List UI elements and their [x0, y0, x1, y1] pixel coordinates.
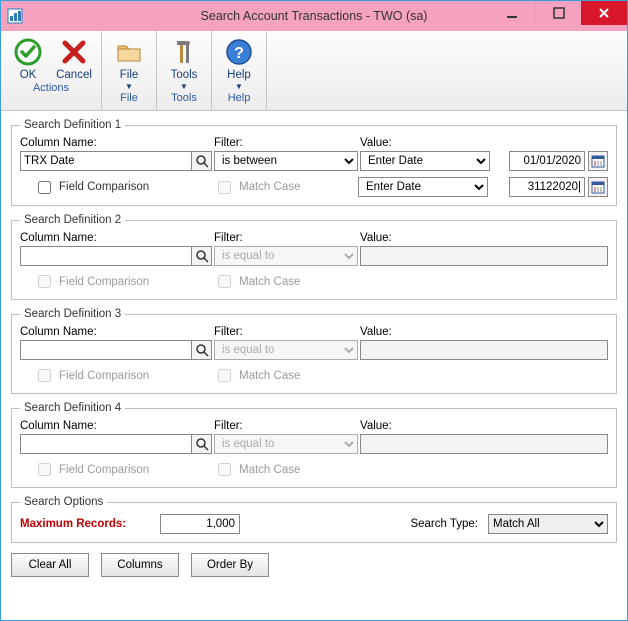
- titlebar: Search Account Transactions - TWO (sa): [1, 1, 627, 31]
- filter-select: is equal to: [214, 246, 358, 266]
- field-comparison-checkbox: Field Comparison: [34, 460, 212, 479]
- column-name-label: Column Name:: [20, 232, 212, 244]
- field-comparison-checkbox: Field Comparison: [34, 272, 212, 291]
- ribbon-group-actions: Actions: [33, 81, 69, 97]
- app-icon: [7, 8, 23, 24]
- client-area: Search Definition 1 Column Name: Filter:…: [1, 111, 627, 587]
- calendar-button[interactable]: [588, 177, 608, 197]
- ok-button[interactable]: OK: [5, 33, 51, 81]
- filter-select: is equal to: [214, 340, 358, 360]
- chevron-down-icon: ▼: [180, 82, 188, 91]
- value-input: [360, 434, 608, 454]
- help-icon: ?: [223, 36, 255, 68]
- value-label: Value:: [360, 420, 608, 432]
- ribbon: OK Cancel Actions File ▼: [1, 31, 627, 111]
- value-label: Value:: [360, 137, 608, 149]
- ribbon-group-file: File: [120, 91, 138, 107]
- search-options: Search Options Maximum Records: Search T…: [11, 496, 617, 543]
- calendar-button[interactable]: [588, 151, 608, 171]
- svg-text:?: ?: [234, 45, 244, 62]
- cancel-button[interactable]: Cancel: [51, 33, 97, 81]
- column-name-input[interactable]: [20, 151, 192, 171]
- match-case-checkbox: Match Case: [214, 366, 356, 385]
- ribbon-group-help: Help: [228, 91, 251, 107]
- lookup-button[interactable]: [192, 151, 212, 171]
- search-type-label: Search Type:: [410, 518, 478, 530]
- window: Search Account Transactions - TWO (sa) O…: [0, 0, 628, 621]
- fieldset-legend: Search Definition 3: [20, 308, 125, 320]
- search-definition-1: Search Definition 1 Column Name: Filter:…: [11, 119, 617, 206]
- match-case-checkbox: Match Case: [214, 178, 356, 197]
- max-records-input[interactable]: [160, 514, 240, 534]
- chevron-down-icon: ▼: [235, 82, 243, 91]
- filter-label: Filter:: [214, 232, 358, 244]
- fieldset-legend: Search Options: [20, 496, 107, 508]
- lookup-button[interactable]: [192, 340, 212, 360]
- tools-icon: [168, 36, 200, 68]
- window-close-button[interactable]: [581, 1, 627, 25]
- order-by-button[interactable]: Order By: [191, 553, 269, 577]
- columns-button[interactable]: Columns: [101, 553, 179, 577]
- column-name-label: Column Name:: [20, 137, 212, 149]
- match-case-checkbox: Match Case: [214, 460, 356, 479]
- help-menu-button[interactable]: ? Help ▼: [216, 33, 262, 91]
- column-name-input[interactable]: [20, 340, 192, 360]
- filter-select[interactable]: is between: [214, 151, 358, 171]
- window-minimize-button[interactable]: [489, 1, 535, 25]
- field-comparison-checkbox: Field Comparison: [34, 366, 212, 385]
- match-case-checkbox: Match Case: [214, 272, 356, 291]
- window-maximize-button[interactable]: [535, 1, 581, 25]
- value-label: Value:: [360, 232, 608, 244]
- lookup-button[interactable]: [192, 246, 212, 266]
- date-from-input[interactable]: [509, 151, 585, 171]
- max-records-label: Maximum Records:: [20, 518, 160, 530]
- filter-label: Filter:: [214, 137, 358, 149]
- value-label: Value:: [360, 326, 608, 338]
- lookup-button[interactable]: [192, 434, 212, 454]
- search-definition-4: Search Definition 4 Column Name: Filter:…: [11, 402, 617, 488]
- search-type-select[interactable]: Match All: [488, 514, 608, 534]
- folder-icon: [113, 36, 145, 68]
- column-name-input[interactable]: [20, 434, 192, 454]
- search-definition-2: Search Definition 2 Column Name: Filter:…: [11, 214, 617, 300]
- column-name-label: Column Name:: [20, 326, 212, 338]
- column-name-input[interactable]: [20, 246, 192, 266]
- ribbon-group-tools: Tools: [171, 91, 197, 107]
- tools-menu-button[interactable]: Tools ▼: [161, 33, 207, 91]
- search-definition-3: Search Definition 3 Column Name: Filter:…: [11, 308, 617, 394]
- value-input: [360, 340, 608, 360]
- filter-label: Filter:: [214, 326, 358, 338]
- fieldset-legend: Search Definition 4: [20, 402, 125, 414]
- date-to-input[interactable]: [509, 177, 585, 197]
- cancel-icon: [58, 36, 90, 68]
- column-name-label: Column Name:: [20, 420, 212, 432]
- field-comparison-checkbox[interactable]: Field Comparison: [34, 178, 212, 197]
- file-menu-button[interactable]: File ▼: [106, 33, 152, 91]
- clear-all-button[interactable]: Clear All: [11, 553, 89, 577]
- fieldset-legend: Search Definition 2: [20, 214, 125, 226]
- ok-icon: [12, 36, 44, 68]
- fieldset-legend: Search Definition 1: [20, 119, 125, 131]
- value-input: [360, 246, 608, 266]
- chevron-down-icon: ▼: [125, 82, 133, 91]
- filter-label: Filter:: [214, 420, 358, 432]
- value-to-select[interactable]: Enter Date: [358, 177, 488, 197]
- filter-select: is equal to: [214, 434, 358, 454]
- value-from-select[interactable]: Enter Date: [360, 151, 490, 171]
